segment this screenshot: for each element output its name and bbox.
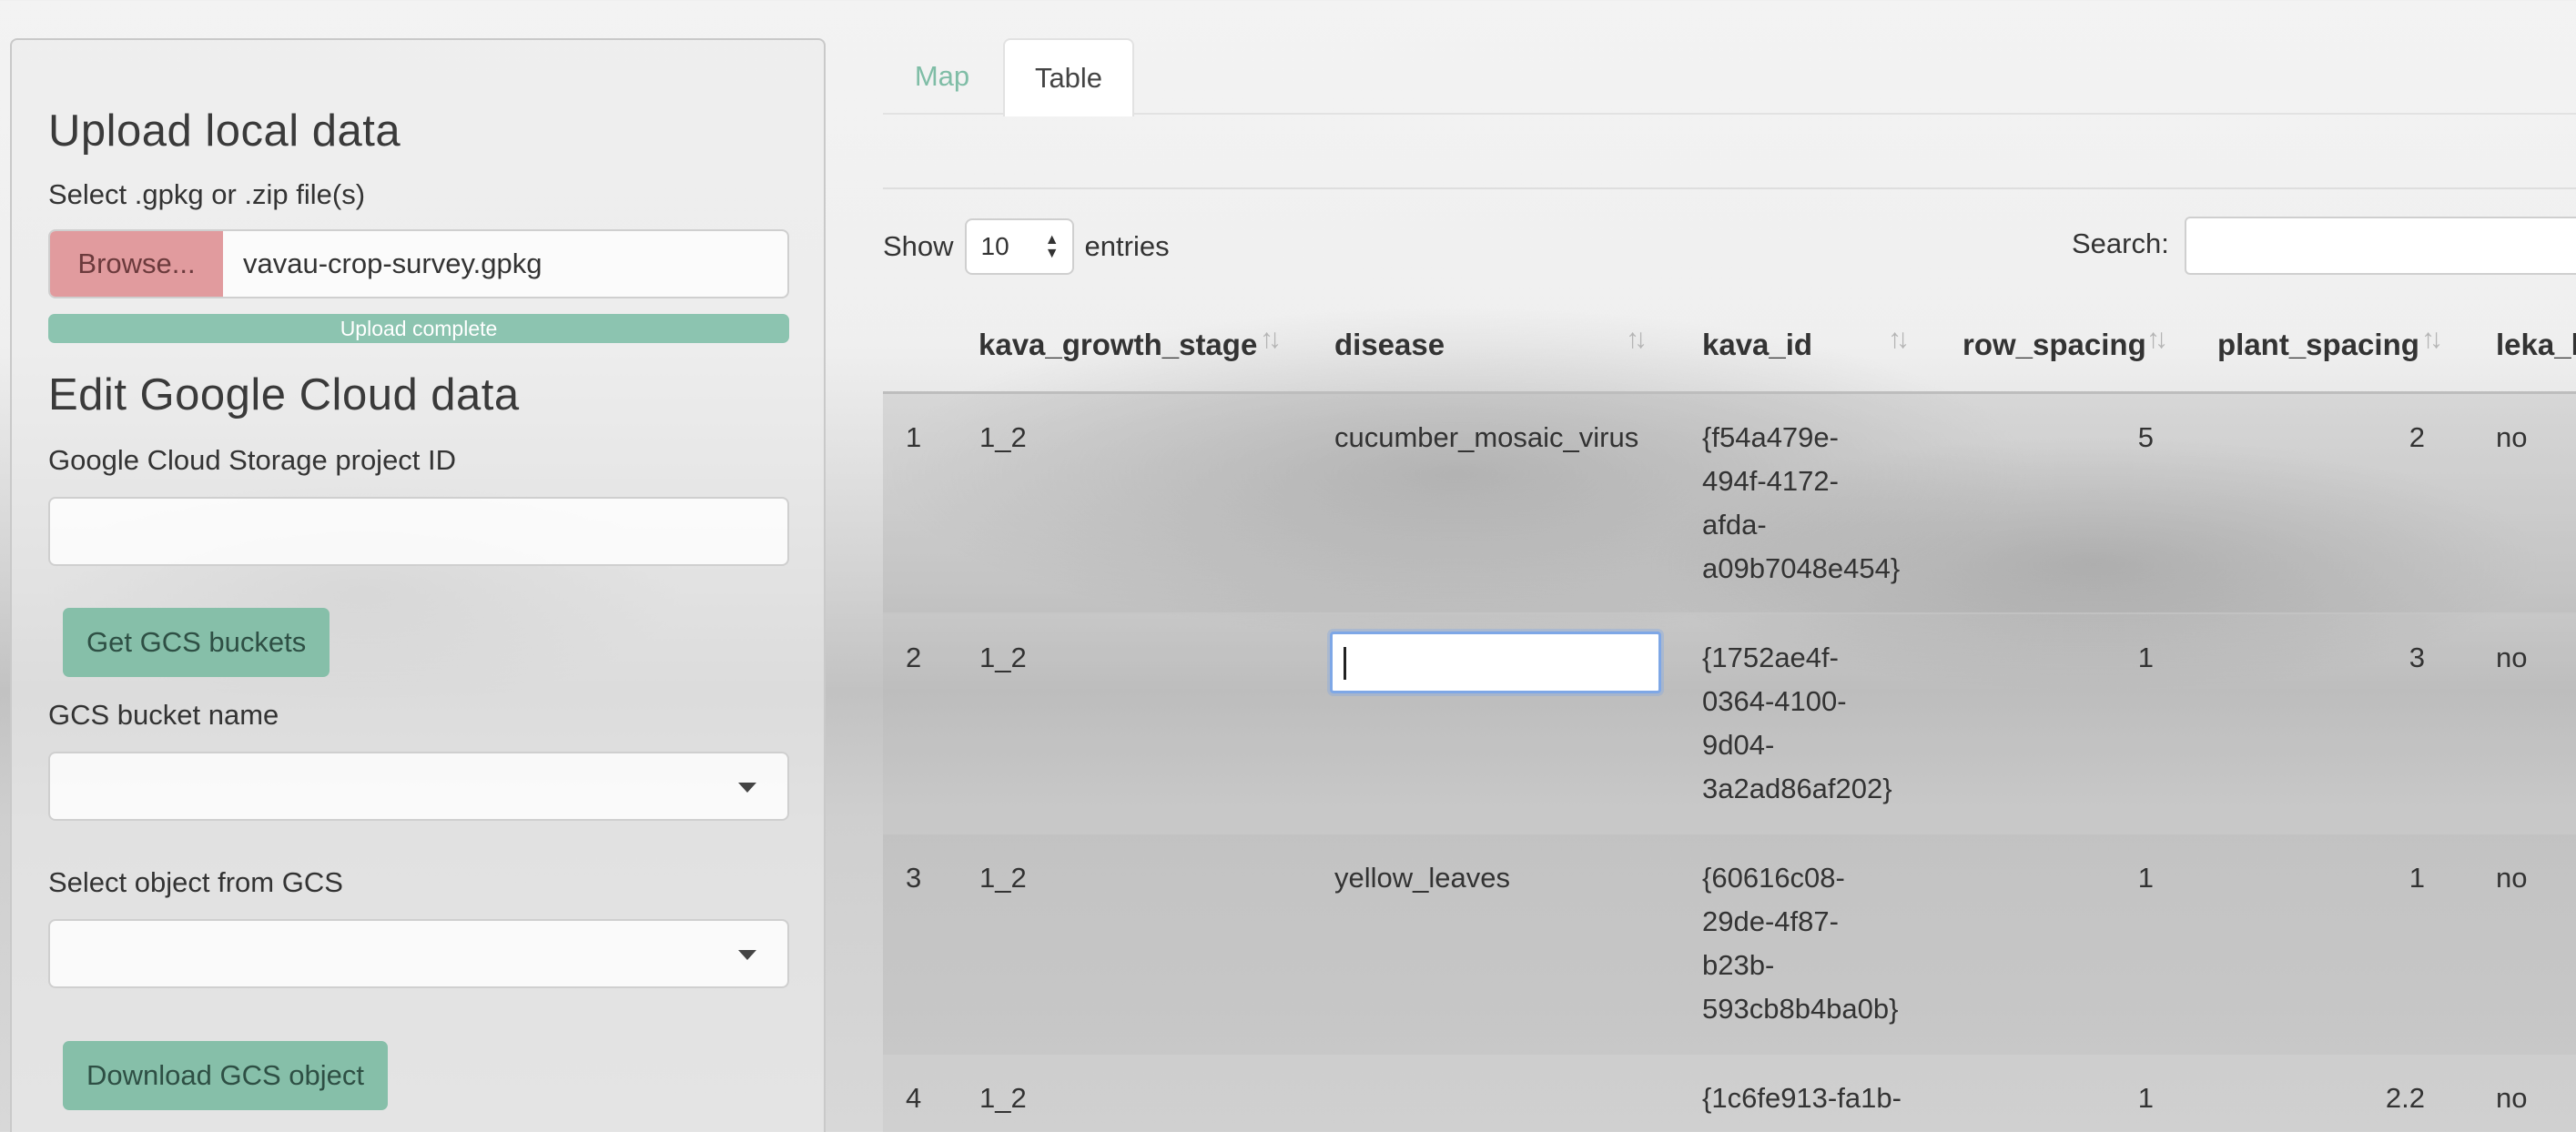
kava-growth-stage-cell[interactable]: 1_2: [979, 1076, 1027, 1120]
plant-spacing-cell[interactable]: 3: [2217, 636, 2425, 680]
table-row[interactable]: 4 1_2 {1c6fe913-fa1b- 1 2.2 no: [883, 1055, 2576, 1132]
sort-icon[interactable]: ↑↓: [1260, 324, 1282, 355]
upload-progress-bar: Upload complete: [48, 314, 789, 343]
leka-cell[interactable]: no: [2496, 1076, 2527, 1120]
search-input[interactable]: [2185, 217, 2576, 275]
disease-cell[interactable]: yellow_leaves: [1334, 856, 1510, 900]
sort-icon[interactable]: ↑↓: [2421, 324, 2443, 355]
project-id-label: Google Cloud Storage project ID: [48, 444, 457, 476]
sidebar-panel: Upload local data Select .gpkg or .zip f…: [10, 38, 826, 1132]
kava-id-cell[interactable]: {1752ae4f- 0364-4100- 9d04- 3a2ad86af202…: [1702, 636, 1948, 811]
column-header-leka[interactable]: leka_l: [2496, 328, 2576, 362]
entries-value: 10: [980, 232, 1009, 260]
row-spacing-cell[interactable]: 1: [1962, 636, 2154, 680]
row-spacing-cell[interactable]: 5: [1962, 416, 2154, 460]
row-index: 1: [906, 421, 922, 453]
column-header-plant-spacing[interactable]: plant_spacing: [2217, 328, 2419, 362]
disease-cell-editor[interactable]: [1330, 632, 1661, 693]
gcs-object-label: Select object from GCS: [48, 866, 343, 898]
section-divider: [883, 187, 2576, 189]
entries-length-control: Show 10 ▲ ▼ entries: [883, 218, 1170, 275]
leka-cell[interactable]: no: [2496, 636, 2527, 680]
bucket-name-label: GCS bucket name: [48, 699, 279, 731]
kava-id-cell[interactable]: {60616c08- 29de-4f87- b23b- 593cb8b4ba0b…: [1702, 856, 1948, 1031]
gcs-object-select[interactable]: [48, 919, 789, 988]
chevron-down-icon: [738, 783, 756, 793]
row-index: 2: [906, 642, 922, 673]
get-gcs-buckets-button[interactable]: Get GCS buckets: [63, 608, 330, 677]
tabs-divider: [883, 113, 2576, 115]
leka-cell[interactable]: no: [2496, 856, 2527, 900]
up-down-arrows-icon: ▲ ▼: [1044, 232, 1060, 261]
chevron-down-icon: [738, 950, 756, 960]
table-row[interactable]: 3 1_2 yellow_leaves {60616c08- 29de-4f87…: [883, 834, 2576, 1055]
kava-id-cell[interactable]: {f54a479e- 494f-4172- afda- a09b7048e454…: [1702, 416, 1948, 591]
plant-spacing-cell[interactable]: 1: [2217, 856, 2425, 900]
upload-heading: Upload local data: [48, 106, 401, 156]
plant-spacing-cell[interactable]: 2.2: [2217, 1076, 2425, 1120]
search-label: Search:: [2072, 227, 2169, 259]
sort-icon[interactable]: ↑↓: [1888, 324, 1910, 355]
row-spacing-cell[interactable]: 1: [1962, 1076, 2154, 1120]
row-index: 4: [906, 1082, 922, 1114]
sort-icon[interactable]: ↑↓: [1626, 324, 1648, 355]
table-header: kava_growth_stage ↑↓ disease ↑↓ kava_id …: [883, 300, 2576, 394]
column-header-kava-growth-stage[interactable]: kava_growth_stage: [979, 328, 1257, 362]
tab-table[interactable]: Table: [1003, 38, 1134, 116]
sort-icon[interactable]: ↑↓: [2146, 324, 2168, 355]
kava-growth-stage-cell[interactable]: 1_2: [979, 856, 1027, 900]
plant-spacing-cell[interactable]: 2: [2217, 416, 2425, 460]
file-input[interactable]: Browse... vavau-crop-survey.gpkg: [48, 229, 789, 298]
file-name-display: vavau-crop-survey.gpkg: [243, 248, 543, 279]
project-id-input[interactable]: [48, 497, 789, 566]
entries-select[interactable]: 10 ▲ ▼: [964, 218, 1074, 275]
tab-map[interactable]: Map: [885, 38, 999, 115]
text-cursor: [1344, 647, 1346, 680]
kava-growth-stage-cell[interactable]: 1_2: [979, 416, 1027, 460]
show-label: Show: [883, 230, 954, 262]
column-header-kava-id[interactable]: kava_id: [1702, 328, 1812, 362]
kava-growth-stage-cell[interactable]: 1_2: [979, 636, 1027, 680]
edit-gcs-heading: Edit Google Cloud data: [48, 370, 520, 419]
kava-id-cell[interactable]: {1c6fe913-fa1b-: [1702, 1076, 1948, 1120]
column-header-row-spacing[interactable]: row_spacing: [1962, 328, 2146, 362]
table-row[interactable]: 2 1_2 {1752ae4f- 0364-4100- 9d04- 3a2ad8…: [883, 614, 2576, 834]
table-row[interactable]: 1 1_2 cucumber_mosaic_virus {f54a479e- 4…: [883, 394, 2576, 614]
row-spacing-cell[interactable]: 1: [1962, 856, 2154, 900]
select-file-label: Select .gpkg or .zip file(s): [48, 178, 366, 210]
column-header-disease[interactable]: disease: [1334, 328, 1445, 362]
row-index: 3: [906, 862, 922, 894]
disease-cell[interactable]: cucumber_mosaic_virus: [1334, 416, 1638, 460]
leka-cell[interactable]: no: [2496, 416, 2527, 460]
download-gcs-object-button[interactable]: Download GCS object: [63, 1041, 388, 1110]
browse-button[interactable]: Browse...: [50, 231, 223, 297]
bucket-name-select[interactable]: [48, 752, 789, 821]
entries-label: entries: [1084, 230, 1170, 262]
